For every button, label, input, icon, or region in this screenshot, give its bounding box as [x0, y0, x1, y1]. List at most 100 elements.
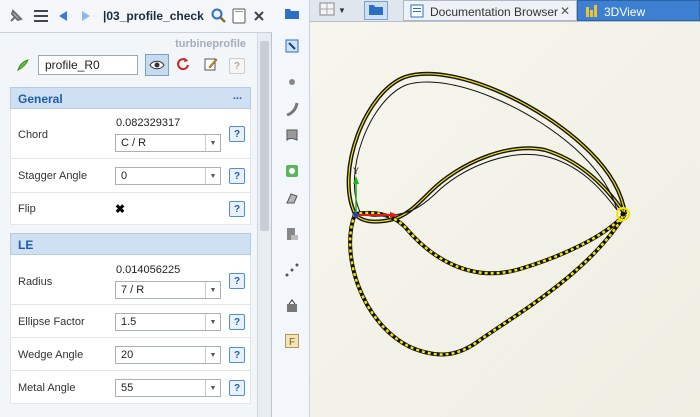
origin-point: [353, 212, 359, 218]
tab-label: 3DView: [604, 5, 646, 19]
folder-icon[interactable]: [284, 5, 300, 21]
chord-help-button[interactable]: ?: [229, 126, 245, 142]
row-flip: Flip ✖ ?: [10, 193, 251, 225]
document-icon: [410, 4, 424, 18]
point-icon[interactable]: [284, 74, 300, 90]
3dview-icon: [586, 5, 597, 17]
profile-leaf-icon: [16, 58, 30, 75]
flip-label: Flip: [18, 203, 36, 215]
panel-scrollbar[interactable]: [257, 33, 271, 417]
object-name-row: profile_R0 ?: [0, 54, 258, 83]
profile-inner-curve: [353, 81, 618, 217]
tab-label: Documentation Browser: [430, 5, 559, 19]
refresh-icon[interactable]: [176, 57, 190, 74]
flip-help-button[interactable]: ?: [229, 201, 245, 217]
radius-combo-text: 7 / R: [121, 284, 145, 296]
menu-icon[interactable]: [31, 6, 51, 26]
trailing-edge-point: [620, 211, 626, 217]
flip-checkbox[interactable]: ✖: [115, 203, 127, 215]
pin-icon[interactable]: [6, 6, 26, 26]
tab-documentation-browser[interactable]: Documentation Browser ✕: [403, 0, 577, 21]
forward-arrow-icon[interactable]: [76, 6, 96, 26]
stagger-label: Stagger Angle: [18, 170, 88, 182]
ellipse-combo-text: 1.5: [121, 316, 137, 328]
properties-panel: |03_profile_check turbineprofile profile…: [0, 0, 272, 417]
metal-combo-text: 55: [121, 382, 134, 394]
back-arrow-icon[interactable]: [53, 6, 73, 26]
wedge-label: Wedge Angle: [18, 349, 84, 361]
row-radius: Radius 0.014056225 7 / R ▼ ?: [10, 255, 251, 305]
wedge-combo-text: 20: [121, 349, 134, 361]
visibility-toggle[interactable]: [145, 54, 169, 76]
solid-icon[interactable]: [284, 226, 300, 242]
chevron-down-icon[interactable]: ▼: [205, 314, 220, 330]
copy-icon[interactable]: [229, 6, 249, 26]
chevron-down-icon[interactable]: ▼: [338, 6, 346, 15]
panel-scroll-thumb[interactable]: [260, 41, 269, 231]
chevron-down-icon[interactable]: ▼: [205, 282, 220, 298]
curve-icon[interactable]: [284, 101, 300, 117]
section-le-title: LE: [18, 238, 34, 252]
brand-label: turbineprofile: [175, 38, 246, 50]
wedge-help-button[interactable]: ?: [229, 347, 245, 363]
dots-icon[interactable]: [284, 262, 300, 278]
function-icon[interactable]: F: [284, 333, 300, 349]
select-area-icon[interactable]: [284, 38, 300, 54]
panel-content: turbineprofile profile_R0 ? General ... …: [0, 33, 258, 417]
stagger-help-button[interactable]: ?: [229, 168, 245, 184]
help-button-disabled: ?: [229, 58, 245, 74]
section-general-title: General: [18, 92, 63, 106]
metal-help-button[interactable]: ?: [229, 380, 245, 396]
close-icon[interactable]: [249, 6, 269, 26]
profile-curves-canvas: Y: [346, 71, 630, 357]
3d-viewport[interactable]: Y: [310, 22, 700, 417]
wedge-combo[interactable]: 20 ▼: [115, 346, 221, 364]
chevron-down-icon[interactable]: ▼: [205, 347, 220, 363]
row-chord: Chord 0.082329317 C / R ▼ ?: [10, 109, 251, 159]
tab-bar: ▼ Documentation Browser ✕ 3DView: [310, 0, 700, 22]
section-general[interactable]: General ...: [10, 87, 251, 109]
ellipse-help-button[interactable]: ?: [229, 314, 245, 330]
chevron-down-icon[interactable]: ▼: [205, 135, 220, 151]
measure-icon[interactable]: [284, 163, 300, 179]
folder-icon: [369, 5, 383, 15]
chord-combo-text: C / R: [121, 137, 147, 149]
panel-toolbar: |03_profile_check: [0, 0, 272, 33]
metal-combo[interactable]: 55 ▼: [115, 379, 221, 397]
radius-help-button[interactable]: ?: [229, 273, 245, 289]
close-icon[interactable]: ✕: [560, 4, 570, 18]
chevron-down-icon[interactable]: ▼: [205, 380, 220, 396]
surface-icon[interactable]: [284, 127, 300, 143]
stagger-combo[interactable]: 0 ▼: [115, 167, 221, 185]
row-stagger-angle: Stagger Angle 0 ▼ ?: [10, 159, 251, 193]
section-general-more[interactable]: ...: [233, 90, 242, 102]
view-cube-icon[interactable]: [319, 2, 335, 19]
section-le[interactable]: LE: [10, 233, 251, 255]
vertical-toolbar: F: [272, 0, 310, 417]
mirrored-dashed-curve: [348, 210, 627, 357]
search-icon[interactable]: [209, 6, 229, 26]
ellipse-label: Ellipse Factor: [18, 316, 85, 328]
panel-title: |03_profile_check: [103, 9, 204, 23]
radius-combo[interactable]: 7 / R ▼: [115, 281, 221, 299]
folder-toggle-button[interactable]: [364, 1, 388, 20]
chord-value: 0.082329317: [116, 117, 181, 129]
metal-label: Metal Angle: [18, 382, 76, 394]
row-metal-angle: Metal Angle 55 ▼ ?: [10, 371, 251, 404]
row-ellipse-factor: Ellipse Factor 1.5 ▼ ?: [10, 305, 251, 338]
ellipse-combo[interactable]: 1.5 ▼: [115, 313, 221, 331]
chord-combo[interactable]: C / R ▼: [115, 134, 221, 152]
radius-value: 0.014056225: [116, 264, 181, 276]
chord-label: Chord: [18, 129, 48, 141]
row-wedge-angle: Wedge Angle 20 ▼ ?: [10, 338, 251, 371]
shape-icon[interactable]: [284, 190, 300, 206]
bucket-icon[interactable]: [284, 298, 300, 314]
chevron-down-icon[interactable]: ▼: [205, 168, 220, 184]
object-name-field[interactable]: profile_R0: [38, 55, 138, 75]
eye-icon: [149, 60, 165, 70]
y-axis-label: Y: [353, 166, 359, 176]
tab-3dview[interactable]: 3DView: [577, 0, 700, 21]
y-axis-arrow: [353, 176, 359, 184]
svg-text:F: F: [289, 337, 295, 348]
edit-icon[interactable]: [204, 57, 218, 74]
